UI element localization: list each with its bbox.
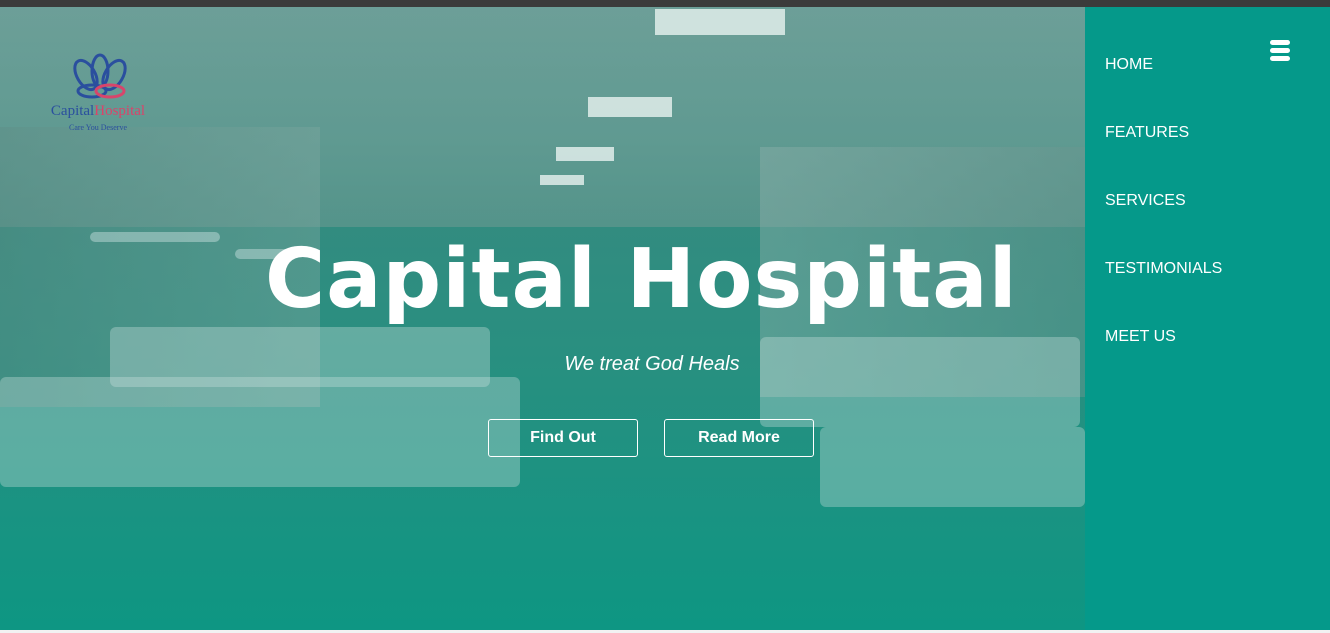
flower-logo-icon <box>73 53 127 99</box>
nav-item-features[interactable]: FEATURES <box>1105 124 1189 142</box>
bed <box>760 337 1080 427</box>
ceiling-light <box>540 175 584 185</box>
logo-tagline: Care You Deserve <box>69 123 127 132</box>
logo-wordmark: CapitalHospital <box>50 103 146 119</box>
ceiling-light <box>588 97 672 117</box>
nav-item-services[interactable]: SERVICES <box>1105 192 1186 210</box>
hamburger-menu-icon[interactable] <box>1270 40 1290 62</box>
find-out-button[interactable]: Find Out <box>488 419 638 457</box>
nav-item-meet-us[interactable]: MEET US <box>1105 328 1176 346</box>
read-more-button[interactable]: Read More <box>664 419 814 457</box>
nav-item-testimonials[interactable]: TESTIMONIALS <box>1105 260 1222 278</box>
bed <box>110 327 490 387</box>
bed <box>820 427 1085 507</box>
ceiling-light <box>655 9 785 35</box>
hero-section: CapitalHospital Care You Deserve Capital… <box>0 7 1085 633</box>
hero-subtitle: We treat God Heals <box>564 353 740 375</box>
capital-hospital-logo[interactable]: CapitalHospital Care You Deserve <box>28 53 168 137</box>
side-navigation: HOME FEATURES SERVICES TESTIMONIALS MEET… <box>1085 7 1330 633</box>
bed <box>0 377 520 487</box>
ceiling-light <box>556 147 614 161</box>
hero-title: Capital Hospital <box>265 232 1018 327</box>
nav-item-home[interactable]: HOME <box>1105 56 1153 74</box>
browser-top-edge <box>0 0 1330 7</box>
